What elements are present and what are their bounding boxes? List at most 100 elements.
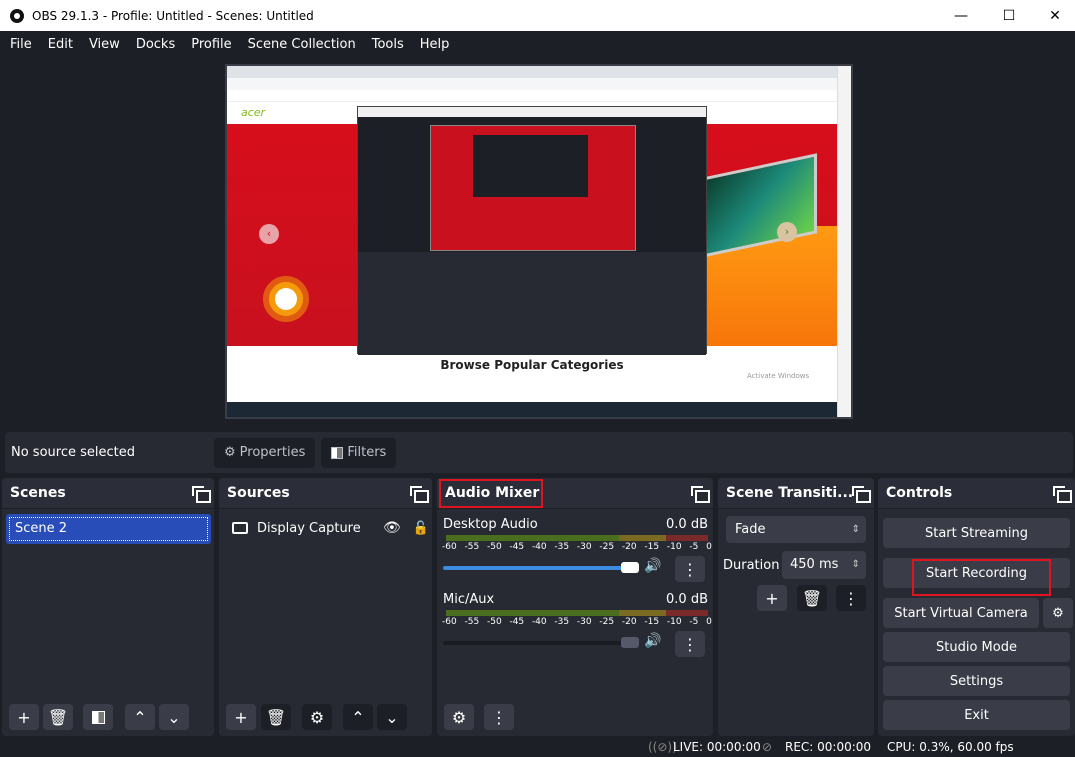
window-title: OBS 29.1.3 - Profile: Untitled - Scenes:…	[32, 8, 314, 23]
scene-down-button[interactable]: ⌄	[159, 704, 189, 730]
start-recording-highlight	[912, 559, 1051, 596]
speaker-icon[interactable]: 🔊	[644, 633, 661, 649]
settings-button[interactable]: Settings	[883, 666, 1070, 696]
browser-address-bar	[227, 78, 851, 90]
browse-categories-heading: Browse Popular Categories	[440, 358, 624, 372]
gear-icon: ⚙	[1052, 605, 1064, 621]
source-properties-button[interactable]: ⚙	[302, 704, 332, 730]
scene-filters-button[interactable]	[83, 704, 113, 730]
activate-windows-watermark: Activate Windows	[747, 372, 810, 380]
lock-icon[interactable]: 🔓	[413, 521, 429, 536]
menu-docks[interactable]: Docks	[128, 37, 183, 52]
menu-file[interactable]: File	[2, 37, 40, 52]
properties-button[interactable]: ⚙ Properties	[214, 437, 316, 468]
undock-icon[interactable]	[192, 486, 211, 503]
windows-taskbar	[227, 402, 851, 417]
menu-help[interactable]: Help	[412, 37, 458, 52]
remove-transition-button[interactable]: 🗑	[797, 585, 827, 611]
advanced-audio-button[interactable]: ⚙	[444, 704, 474, 730]
menu-view[interactable]: View	[81, 37, 128, 52]
desktop-audio-slider-handle[interactable]	[621, 562, 639, 573]
undock-icon[interactable]	[691, 486, 710, 503]
source-up-button[interactable]: ⌃	[343, 704, 373, 730]
menu-edit[interactable]: Edit	[40, 37, 81, 52]
kebab-icon: ⋮	[682, 559, 698, 579]
kebab-icon: ⋮	[491, 707, 507, 727]
duration-spinbox[interactable]: 450 ms ⇕	[782, 551, 866, 579]
gears-icon: ⚙	[451, 707, 467, 727]
start-streaming-button[interactable]: Start Streaming	[883, 518, 1070, 548]
mic-aux-slider-handle[interactable]	[621, 637, 639, 648]
chevron-down-icon: ⌄	[167, 707, 181, 727]
status-bar: ((⊘)) LIVE: 00:00:00 ⊘ REC: 00:00:00 CPU…	[0, 738, 1075, 757]
undock-icon[interactable]	[1053, 486, 1072, 503]
rec-status: REC: 00:00:00	[785, 740, 872, 754]
carousel-prev-icon[interactable]: ‹	[259, 224, 279, 244]
sources-dock: Sources Display Capture 👁 🔓 + 🗑 ⚙ ⌃ ⌄	[219, 478, 432, 736]
controls-header: Controls	[878, 478, 1075, 509]
audio-menu-button[interactable]: ⋮	[484, 704, 514, 730]
audio-mixer-highlight	[439, 479, 543, 508]
studio-mode-button[interactable]: Studio Mode	[883, 632, 1070, 662]
acer-logo: acer	[241, 106, 266, 119]
scene-item-label: Scene 2	[9, 517, 208, 541]
transitions-title: Scene Transiti...	[726, 485, 854, 501]
desktop-audio-label: Desktop Audio	[443, 517, 538, 532]
exit-button[interactable]: Exit	[883, 700, 1070, 730]
obs-logo-icon	[10, 8, 24, 23]
browser-nav-links	[227, 90, 851, 102]
filter-icon	[331, 446, 344, 459]
start-virtual-camera-button[interactable]: Start Virtual Camera	[883, 598, 1039, 628]
eye-icon[interactable]: 👁	[383, 520, 401, 536]
close-button[interactable]: ✕	[1032, 0, 1075, 31]
remove-scene-button[interactable]: 🗑	[43, 704, 73, 730]
add-source-button[interactable]: +	[226, 704, 256, 730]
virtual-camera-settings-button[interactable]: ⚙	[1043, 598, 1073, 628]
maximize-button[interactable]: ☐	[986, 0, 1032, 31]
remove-source-button[interactable]: 🗑	[261, 704, 291, 730]
add-transition-button[interactable]: +	[757, 585, 787, 611]
desktop-audio-menu-button[interactable]: ⋮	[675, 556, 705, 582]
undock-icon[interactable]	[410, 486, 429, 503]
desktop-audio-meter	[446, 535, 708, 541]
minimize-button[interactable]: —	[938, 0, 984, 31]
trash-icon: 🗑	[47, 707, 69, 727]
preview-canvas[interactable]: acer ‹ › Browse Popular Categories Activ…	[225, 64, 853, 419]
desktop-audio-slider[interactable]	[443, 566, 629, 570]
menu-tools[interactable]: Tools	[364, 37, 412, 52]
menu-profile[interactable]: Profile	[183, 37, 239, 52]
scenes-title: Scenes	[10, 485, 66, 501]
kebab-icon: ⋮	[843, 588, 859, 608]
duration-label: Duration	[723, 558, 780, 573]
chevron-down-icon: ⌄	[385, 707, 399, 727]
sources-title: Sources	[227, 485, 290, 501]
menu-scene-collection[interactable]: Scene Collection	[240, 37, 364, 52]
source-down-button[interactable]: ⌄	[377, 704, 407, 730]
gear-icon: ⚙	[224, 445, 236, 460]
filter-icon	[91, 710, 105, 724]
title-bar: OBS 29.1.3 - Profile: Untitled - Scenes:…	[0, 0, 1075, 31]
source-item[interactable]: Display Capture 👁 🔓	[219, 514, 432, 542]
browser-tabs	[227, 66, 851, 78]
transition-value: Fade	[735, 522, 766, 537]
scene-item[interactable]: Scene 2	[6, 514, 211, 544]
properties-label: Properties	[239, 445, 306, 460]
speaker-icon[interactable]: 🔊	[644, 558, 661, 574]
filters-button[interactable]: Filters	[321, 437, 397, 468]
clock-illustration	[263, 276, 309, 322]
scene-up-button[interactable]: ⌃	[125, 704, 155, 730]
undock-icon[interactable]	[852, 486, 871, 503]
live-status: LIVE: 00:00:00	[673, 740, 761, 754]
carousel-next-icon[interactable]: ›	[777, 222, 797, 242]
spin-icon[interactable]: ⇕	[852, 551, 860, 579]
mic-aux-label: Mic/Aux	[443, 592, 495, 607]
transition-menu-button[interactable]: ⋮	[836, 585, 866, 611]
mic-aux-menu-button[interactable]: ⋮	[675, 631, 705, 657]
add-scene-button[interactable]: +	[9, 704, 39, 730]
updown-icon: ⇕	[851, 524, 860, 535]
desktop-audio-db: 0.0 dB	[666, 517, 708, 532]
mic-aux-ticks: -60 -55 -50 -45 -40 -35 -30 -25 -20 -15 -10 -5 0	[442, 617, 712, 627]
transition-select[interactable]: Fade ⇕	[726, 516, 866, 543]
mic-aux-slider[interactable]	[443, 641, 629, 645]
mic-aux-db: 0.0 dB	[666, 592, 708, 607]
